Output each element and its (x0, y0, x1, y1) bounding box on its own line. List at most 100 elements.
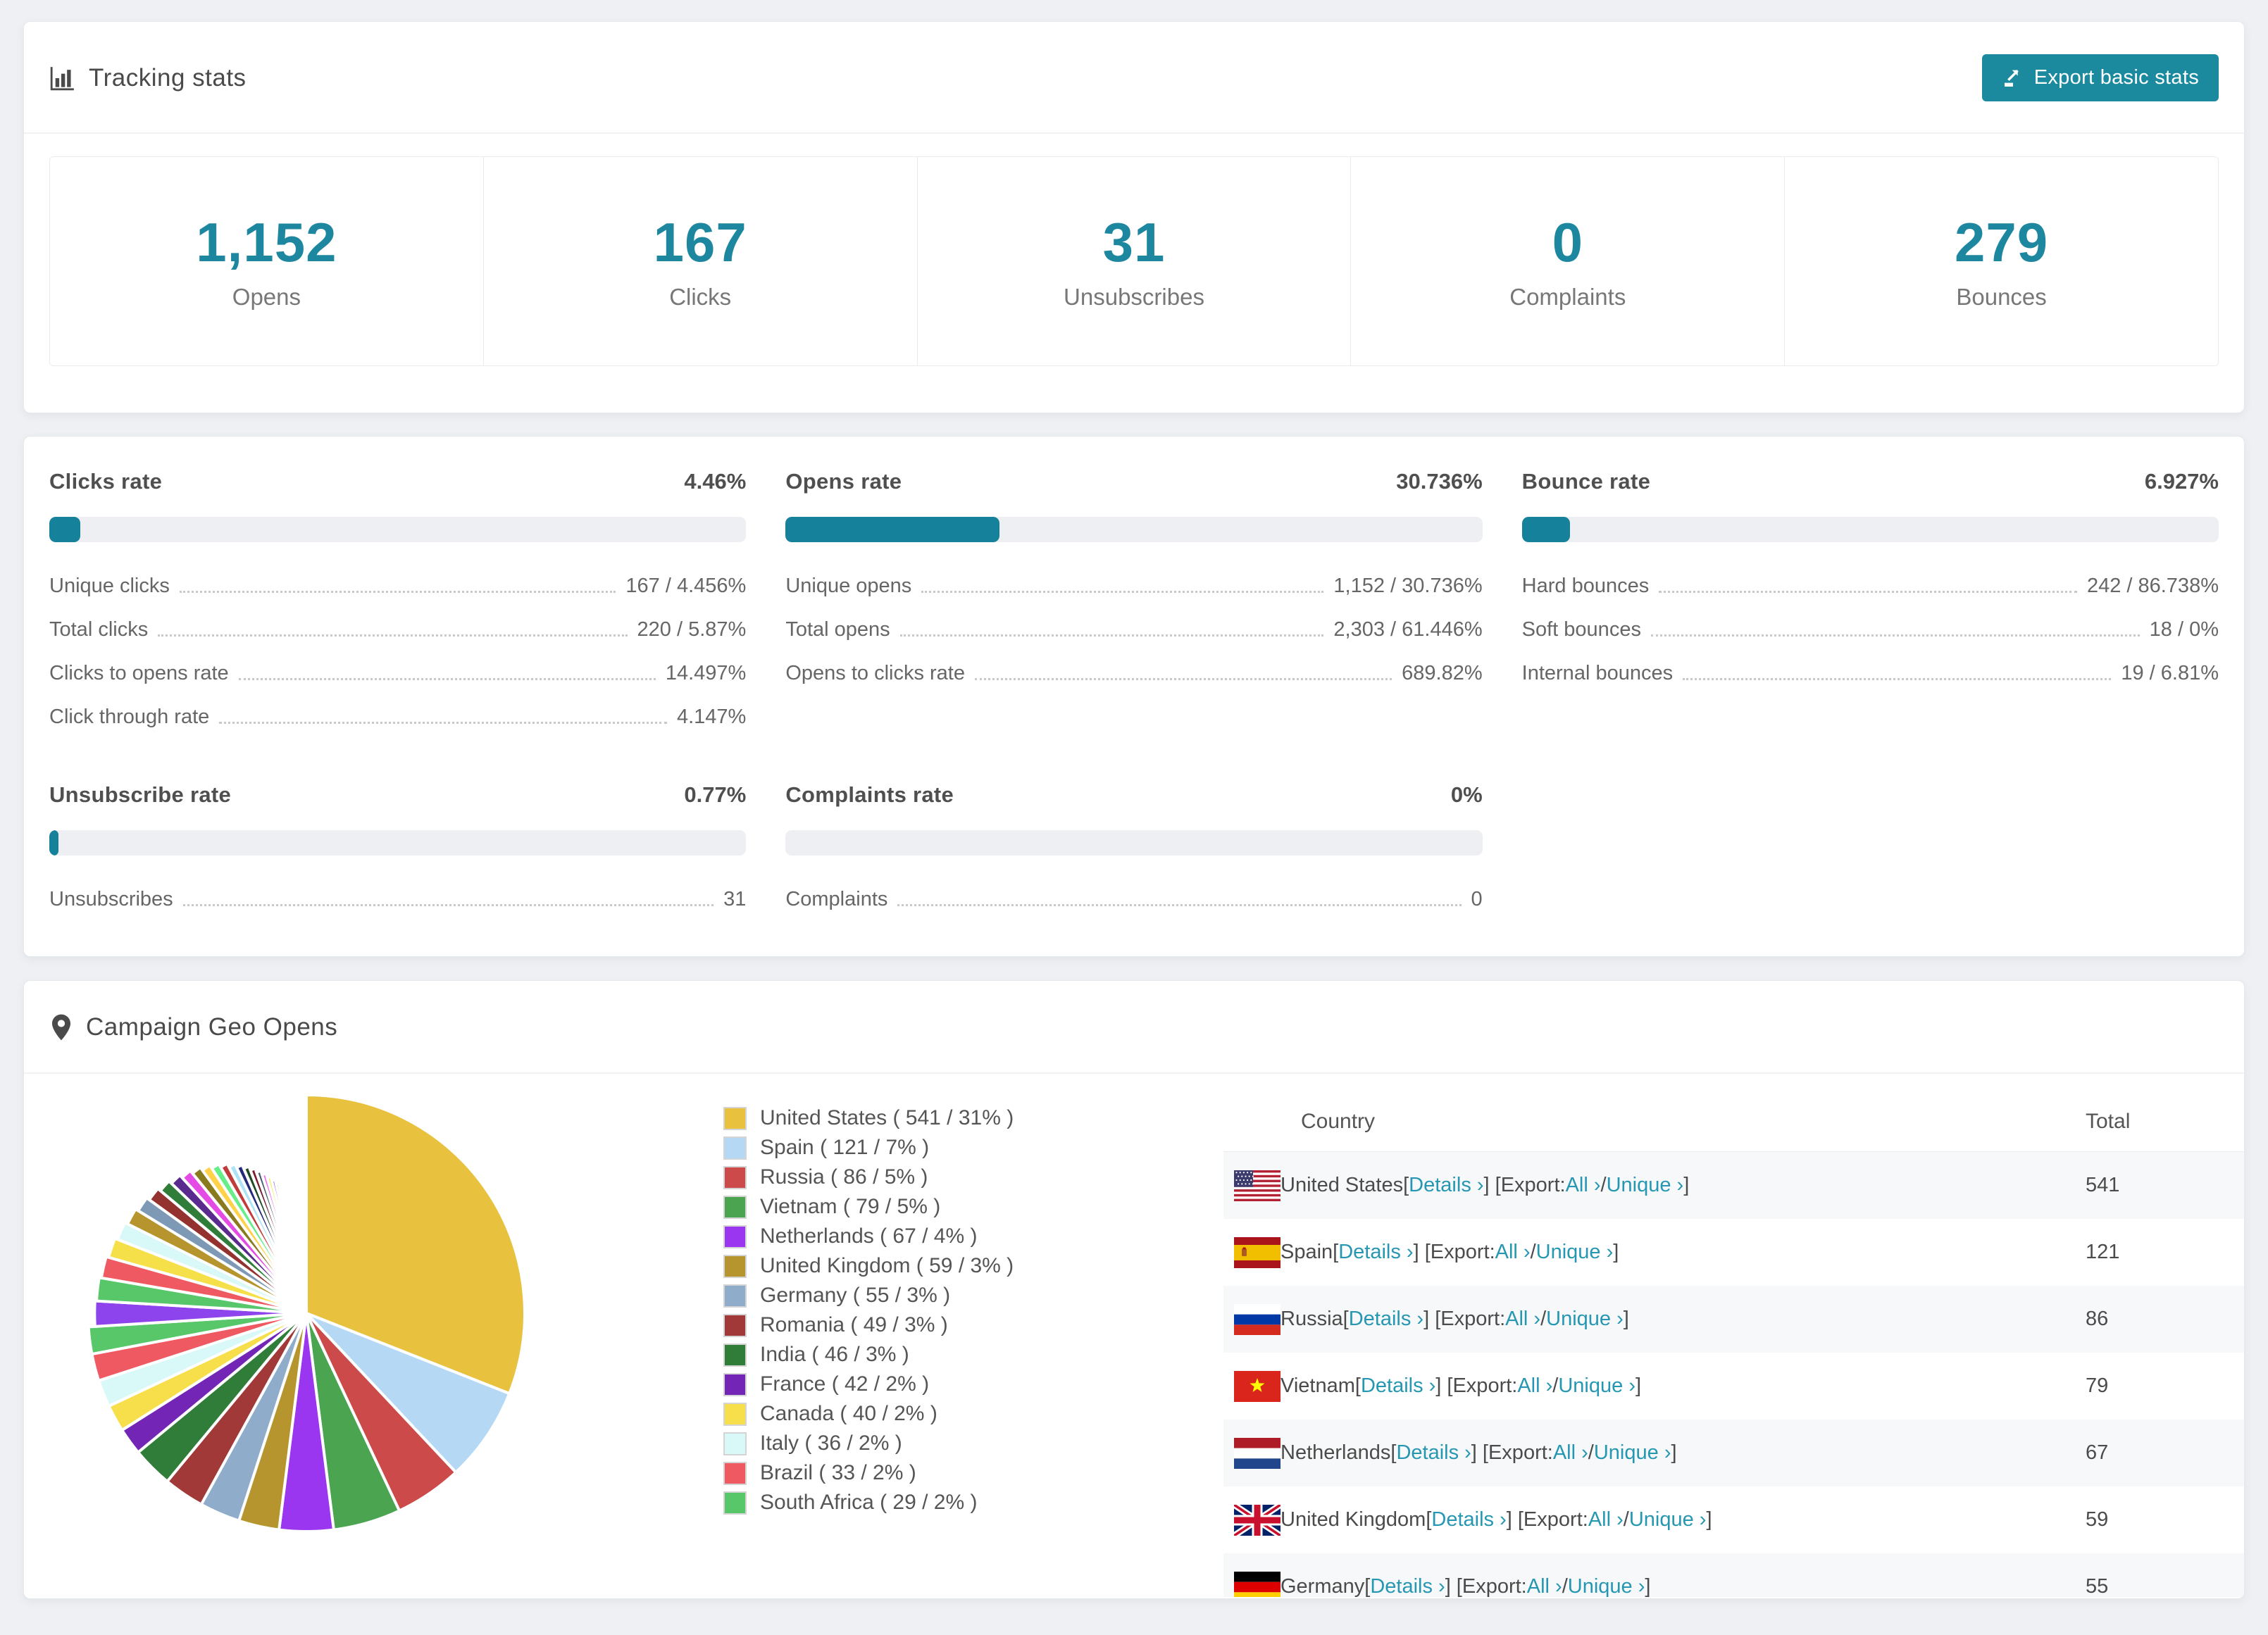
export-label: ] [Export: (1423, 1308, 1506, 1330)
details-link[interactable]: Details › (1431, 1508, 1506, 1531)
dotted-leader (1659, 591, 2077, 593)
geo-title: Campaign Geo Opens (86, 1013, 338, 1041)
detail-label: Internal bounces (1521, 662, 1674, 684)
legend-label: Italy ( 36 / 2% ) (760, 1432, 902, 1455)
detail-label: Unsubscribes (49, 888, 173, 910)
bar-chart-icon (50, 66, 74, 90)
map-pin-icon (51, 1014, 71, 1041)
progress-bar-clicks-rate (49, 517, 747, 542)
export-all-link[interactable]: All › (1566, 1174, 1601, 1197)
dotted-leader (158, 634, 628, 637)
detail-label: Unique opens (785, 575, 912, 597)
details-link[interactable]: Details › (1349, 1308, 1423, 1331)
tracking-stats-header: Tracking stats Export basic stats (24, 22, 2244, 134)
export-all-link[interactable]: All › (1505, 1308, 1540, 1331)
detail-value: 220 / 5.87% (637, 618, 747, 641)
rate-panel-opens-rate: Opens rate 30.736% Unique opens 1,152 / 30.… (785, 469, 1483, 729)
bracket: ] (1683, 1174, 1690, 1196)
detail-row: Unsubscribes 31 (49, 888, 746, 911)
export-unique-link[interactable]: Unique › (1536, 1241, 1614, 1264)
progress-bar-unsubscribe-rate (49, 830, 747, 856)
export-unique-link[interactable]: Unique › (1607, 1174, 1684, 1197)
detail-value: 242 / 86.738% (2086, 575, 2219, 597)
detail-value: 167 / 4.456% (625, 575, 747, 597)
export-label: ] [Export: (1471, 1441, 1553, 1464)
legend-item-brazil: Brazil ( 33 / 2% ) (723, 1458, 1223, 1488)
export-label: ] [Export: (1506, 1508, 1588, 1531)
rate-title-row: Opens rate 30.736% (785, 469, 1482, 494)
export-unique-link[interactable]: Unique › (1629, 1508, 1707, 1531)
details-link[interactable]: Details › (1370, 1575, 1445, 1597)
geo-table-row-germany: Germany [Details ›] [Export: All › / Uni… (1223, 1553, 2244, 1597)
total-column-header: Total (2086, 1110, 2131, 1133)
export-all-link[interactable]: All › (1588, 1508, 1624, 1531)
geo-table-row-russia: Russia [Details ›] [Export: All › / Uniq… (1223, 1286, 2244, 1353)
bracket: [ (1342, 1308, 1349, 1330)
detail-label: Opens to clicks rate (785, 662, 965, 684)
rate-title-row: Complaints rate 0% (785, 782, 1482, 808)
legend-item-netherlands: Netherlands ( 67 / 4% ) (723, 1222, 1223, 1251)
export-label: ] [Export: (1483, 1174, 1566, 1196)
total-cell: 86 (2086, 1308, 2109, 1330)
legend-label: Russia ( 86 / 5% ) (760, 1165, 928, 1189)
detail-row: Soft bounces 18 / 0% (1522, 618, 2219, 641)
rate-rows: Complaints 0 (785, 888, 1482, 911)
details-link[interactable]: Details › (1338, 1241, 1413, 1264)
legend-label: United Kingdom ( 59 / 3% ) (760, 1254, 1014, 1277)
rate-value: 30.736% (1396, 469, 1483, 494)
stat-label: Complaints (1509, 284, 1626, 310)
progress-fill (1521, 517, 1571, 542)
progress-fill (785, 517, 1000, 542)
stat-label: Unsubscribes (1064, 284, 1204, 310)
stat-value: 279 (1955, 211, 2049, 273)
export-all-link[interactable]: All › (1553, 1441, 1588, 1465)
legend-swatch (723, 1343, 747, 1367)
detail-value: 0 (1471, 888, 1483, 910)
detail-row: Unique clicks 167 / 4.456% (49, 575, 746, 598)
country-cell: Netherlands [Details ›] [Export: All › /… (1223, 1437, 2086, 1469)
bracket: ] (1671, 1441, 1677, 1464)
export-unique-link[interactable]: Unique › (1594, 1441, 1671, 1465)
legend-swatch (723, 1106, 747, 1130)
detail-row: Total opens 2,303 / 61.446% (785, 618, 1482, 641)
separator: / (1623, 1508, 1629, 1531)
rate-name: Opens rate (785, 469, 902, 494)
detail-value: 2,303 / 61.446% (1333, 618, 1483, 641)
export-unique-link[interactable]: Unique › (1558, 1374, 1635, 1398)
dotted-leader (899, 634, 1324, 637)
export-all-link[interactable]: All › (1517, 1374, 1552, 1398)
details-link[interactable]: Details › (1409, 1174, 1483, 1197)
legend-swatch (723, 1136, 747, 1160)
export-label: ] [Export: (1435, 1374, 1518, 1397)
detail-value: 14.497% (665, 662, 747, 684)
legend-label: France ( 42 / 2% ) (760, 1372, 930, 1396)
detail-label: Unique clicks (49, 575, 170, 597)
detail-label: Clicks to opens rate (49, 662, 229, 684)
legend-item-vietnam: Vietnam ( 79 / 5% ) (723, 1192, 1223, 1222)
export-unique-link[interactable]: Unique › (1546, 1308, 1624, 1331)
geo-pie-chart (24, 1074, 637, 1597)
stat-value: 31 (1102, 211, 1166, 273)
export-unique-link[interactable]: Unique › (1568, 1575, 1645, 1597)
export-all-link[interactable]: All › (1527, 1575, 1562, 1597)
country-name: Russia (1281, 1308, 1343, 1330)
dotted-leader (974, 678, 1392, 680)
legend-label: South Africa ( 29 / 2% ) (760, 1491, 978, 1514)
detail-value: 31 (723, 888, 747, 910)
total-cell: 67 (2086, 1441, 2109, 1464)
details-link[interactable]: Details › (1361, 1374, 1435, 1398)
pie-legend: United States ( 541 / 31% ) Spain ( 121 /… (723, 1103, 1223, 1597)
country-cell: United States [Details ›] [Export: All ›… (1223, 1170, 2086, 1201)
export-all-link[interactable]: All › (1495, 1241, 1531, 1264)
legend-swatch (723, 1165, 747, 1189)
geo-country-table: Country Total United States [Details ›] … (1223, 1092, 2244, 1597)
export-basic-stats-button[interactable]: Export basic stats (1981, 54, 2219, 101)
country-name: United States (1281, 1174, 1404, 1196)
detail-row: Hard bounces 242 / 86.738% (1522, 575, 2219, 598)
pie-chart-svg (87, 1093, 526, 1534)
dotted-leader (182, 904, 714, 906)
details-link[interactable]: Details › (1396, 1441, 1471, 1465)
rate-panel-clicks-rate: Clicks rate 4.46% Unique clicks 167 / 4.456… (49, 469, 747, 729)
bracket: [ (1403, 1174, 1409, 1196)
geo-title-wrap: Campaign Geo Opens (49, 1013, 337, 1041)
